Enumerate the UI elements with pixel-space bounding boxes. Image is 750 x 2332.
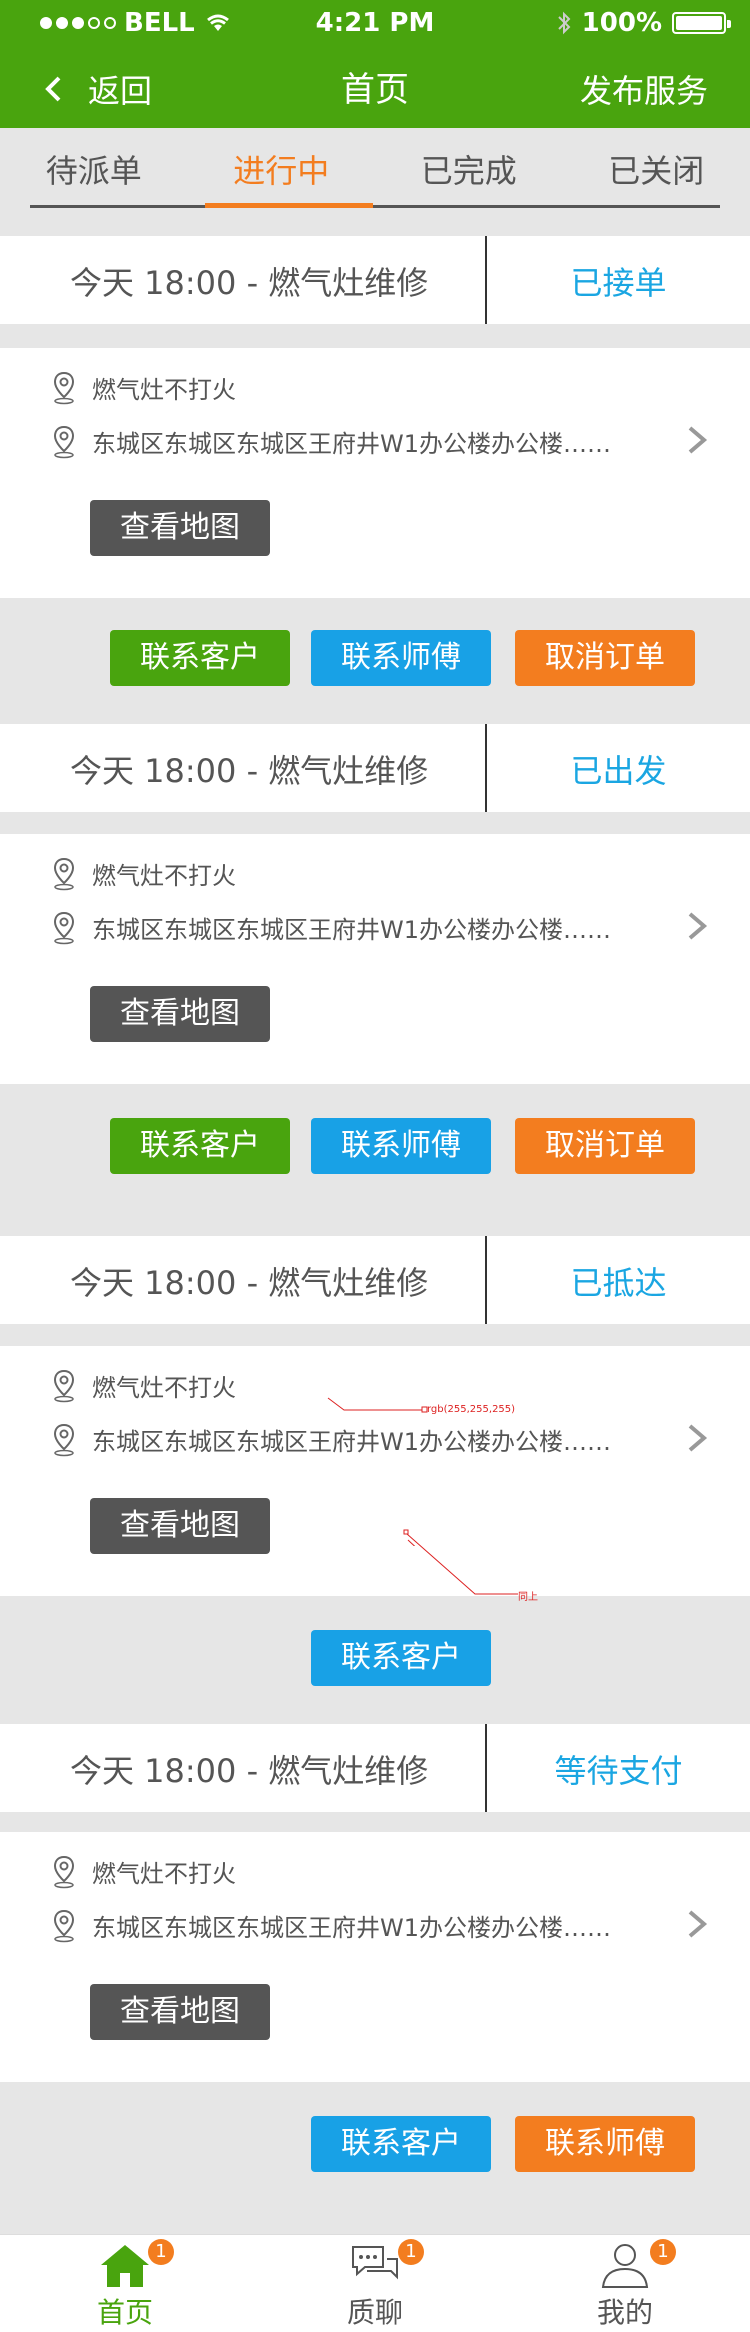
tab-active-indicator (205, 203, 373, 208)
order-actions: 联系客户 联系师傅 取消订单 (0, 598, 750, 724)
top-bar: BELL 4:21 PM 100% 返回 首页 发布服务 (0, 0, 750, 128)
location-pin-icon (53, 371, 75, 404)
address-row: 东城区东城区东城区王府井W1办公楼办公楼…… (52, 910, 611, 945)
cancel-order-button[interactable]: 取消订单 (515, 630, 695, 686)
chat-badge: 1 (398, 2239, 424, 2265)
order-time-service: 今天 18:00 - 燃气灶维修 (70, 1752, 429, 1790)
address-row: 东城区东城区东城区王府井W1办公楼办公楼…… (52, 424, 611, 459)
location-pin-icon (53, 1855, 75, 1888)
order-header: 今天 18:00 - 燃气灶维修 已出发 (0, 724, 750, 812)
annotation-same-note: 同上 (518, 1592, 538, 1603)
home-icon (101, 2245, 149, 2287)
order-issue: 燃气灶不打火 (92, 376, 236, 404)
publish-service-button[interactable]: 发布服务 (580, 66, 708, 112)
order-state[interactable]: 等待支付 (487, 1746, 750, 1792)
contact-technician-button[interactable]: 联系师傅 (515, 2116, 695, 2172)
location-pin-icon (53, 911, 75, 944)
issue-row: 燃气灶不打火 (52, 1854, 236, 1889)
order-issue: 燃气灶不打火 (92, 862, 236, 890)
order-state[interactable]: 已出发 (487, 746, 750, 792)
contact-customer-button[interactable]: 联系客户 (110, 1118, 290, 1174)
bottom-tab-bar: 1 首页 1 质聊 1 我的 (0, 2234, 750, 2332)
order-header: 今天 18:00 - 燃气灶维修 等待支付 (0, 1724, 750, 1812)
order-header: 今天 18:00 - 燃气灶维修 已抵达 (0, 1236, 750, 1324)
view-map-button[interactable]: 查看地图 (90, 1984, 270, 2040)
status-bar: BELL 4:21 PM 100% (0, 0, 750, 44)
chevron-right-icon[interactable] (682, 420, 712, 460)
order-time-service: 今天 18:00 - 燃气灶维修 (70, 752, 429, 790)
contact-customer-button[interactable]: 联系客户 (311, 2116, 491, 2172)
location-pin-icon (53, 857, 75, 890)
order-address: 东城区东城区东城区王府井W1办公楼办公楼…… (92, 1914, 611, 1942)
order-address: 东城区东城区东城区王府井W1办公楼办公楼…… (92, 430, 611, 458)
tab-underline (30, 205, 720, 208)
view-map-button[interactable]: 查看地图 (90, 500, 270, 556)
order-body[interactable]: 燃气灶不打火 东城区东城区东城区王府井W1办公楼办公楼…… 查看地图 (0, 348, 750, 598)
nav-bar: 返回 首页 发布服务 (0, 48, 750, 128)
contact-customer-button[interactable]: 联系客户 (311, 1630, 491, 1686)
tab-completed[interactable]: 已完成 (375, 128, 563, 208)
user-icon (601, 2244, 649, 2288)
location-pin-icon (53, 425, 75, 458)
battery-percent: 100% (581, 8, 662, 38)
issue-row: 燃气灶不打火 (52, 370, 236, 405)
bluetooth-icon (557, 11, 571, 35)
bottom-tab-mine[interactable]: 1 我的 (500, 2235, 750, 2332)
order-issue: 燃气灶不打火 (92, 1860, 236, 1888)
order-status-tabs: 待派单 进行中 已完成 已关闭 (0, 128, 750, 208)
order-body[interactable]: 燃气灶不打火 东城区东城区东城区王府井W1办公楼办公楼…… 查看地图 (0, 834, 750, 1084)
order-header: 今天 18:00 - 燃气灶维修 已接单 (0, 236, 750, 324)
bottom-tab-label: 首页 (96, 2296, 153, 2329)
order-actions: 同上 联系客户 (0, 1529, 750, 1724)
contact-technician-button[interactable]: 联系师傅 (311, 1118, 491, 1174)
bottom-tab-home[interactable]: 1 首页 (0, 2235, 250, 2332)
bottom-tab-label: 质聊 (346, 2296, 403, 2329)
location-pin-icon (53, 1909, 75, 1942)
annotation-leader (403, 1529, 518, 1595)
status-right: 100% (556, 8, 731, 38)
chevron-right-icon[interactable] (682, 1904, 712, 1944)
issue-row: 燃气灶不打火 (52, 856, 236, 891)
order-time-service: 今天 18:00 - 燃气灶维修 (70, 1264, 429, 1302)
annotation-lines (327, 1397, 428, 1546)
order-body[interactable]: 燃气灶不打火 东城区东城区东城区王府井W1办公楼办公楼…… 查看地图 (0, 1832, 750, 2082)
view-map-button[interactable]: 查看地图 (90, 986, 270, 1042)
chat-icon (352, 2246, 398, 2280)
home-badge: 1 (148, 2239, 174, 2265)
contact-technician-button[interactable]: 联系师傅 (311, 630, 491, 686)
order-actions: 联系客户 联系师傅 取消订单 (0, 1084, 750, 1236)
tab-pending[interactable]: 待派单 (0, 128, 188, 208)
view-map-button[interactable]: 查看地图 (90, 1498, 270, 1554)
contact-customer-button[interactable]: 联系客户 (110, 630, 290, 686)
mine-badge: 1 (650, 2239, 676, 2265)
chevron-right-icon[interactable] (682, 1418, 712, 1458)
issue-row: 燃气灶不打火 (52, 1368, 236, 1403)
location-pin-icon (53, 1369, 75, 1402)
cancel-order-button[interactable]: 取消订单 (515, 1118, 695, 1174)
order-body[interactable]: 燃气灶不打火 东城区东城区东城区王府井W1办公楼办公楼…… 查看地图 rgb(2… (0, 1346, 750, 1596)
order-issue: 燃气灶不打火 (92, 1374, 236, 1402)
annotation-color-note: rgb(255,255,255) (427, 1404, 516, 1415)
bottom-tab-label: 我的 (596, 2296, 653, 2329)
tab-closed[interactable]: 已关闭 (563, 128, 750, 208)
order-state[interactable]: 已抵达 (487, 1258, 750, 1304)
order-actions: 联系客户 联系师傅 (0, 2082, 750, 2234)
location-pin-icon (53, 1423, 75, 1456)
order-time-service: 今天 18:00 - 燃气灶维修 (70, 264, 429, 302)
chevron-right-icon[interactable] (682, 906, 712, 946)
bottom-tab-chat[interactable]: 1 质聊 (250, 2235, 500, 2332)
tab-in-progress[interactable]: 进行中 (188, 128, 376, 208)
battery-icon (672, 12, 731, 34)
order-address: 东城区东城区东城区王府井W1办公楼办公楼…… (92, 916, 611, 944)
address-row: 东城区东城区东城区王府井W1办公楼办公楼…… (52, 1908, 611, 1943)
order-state[interactable]: 已接单 (487, 258, 750, 304)
